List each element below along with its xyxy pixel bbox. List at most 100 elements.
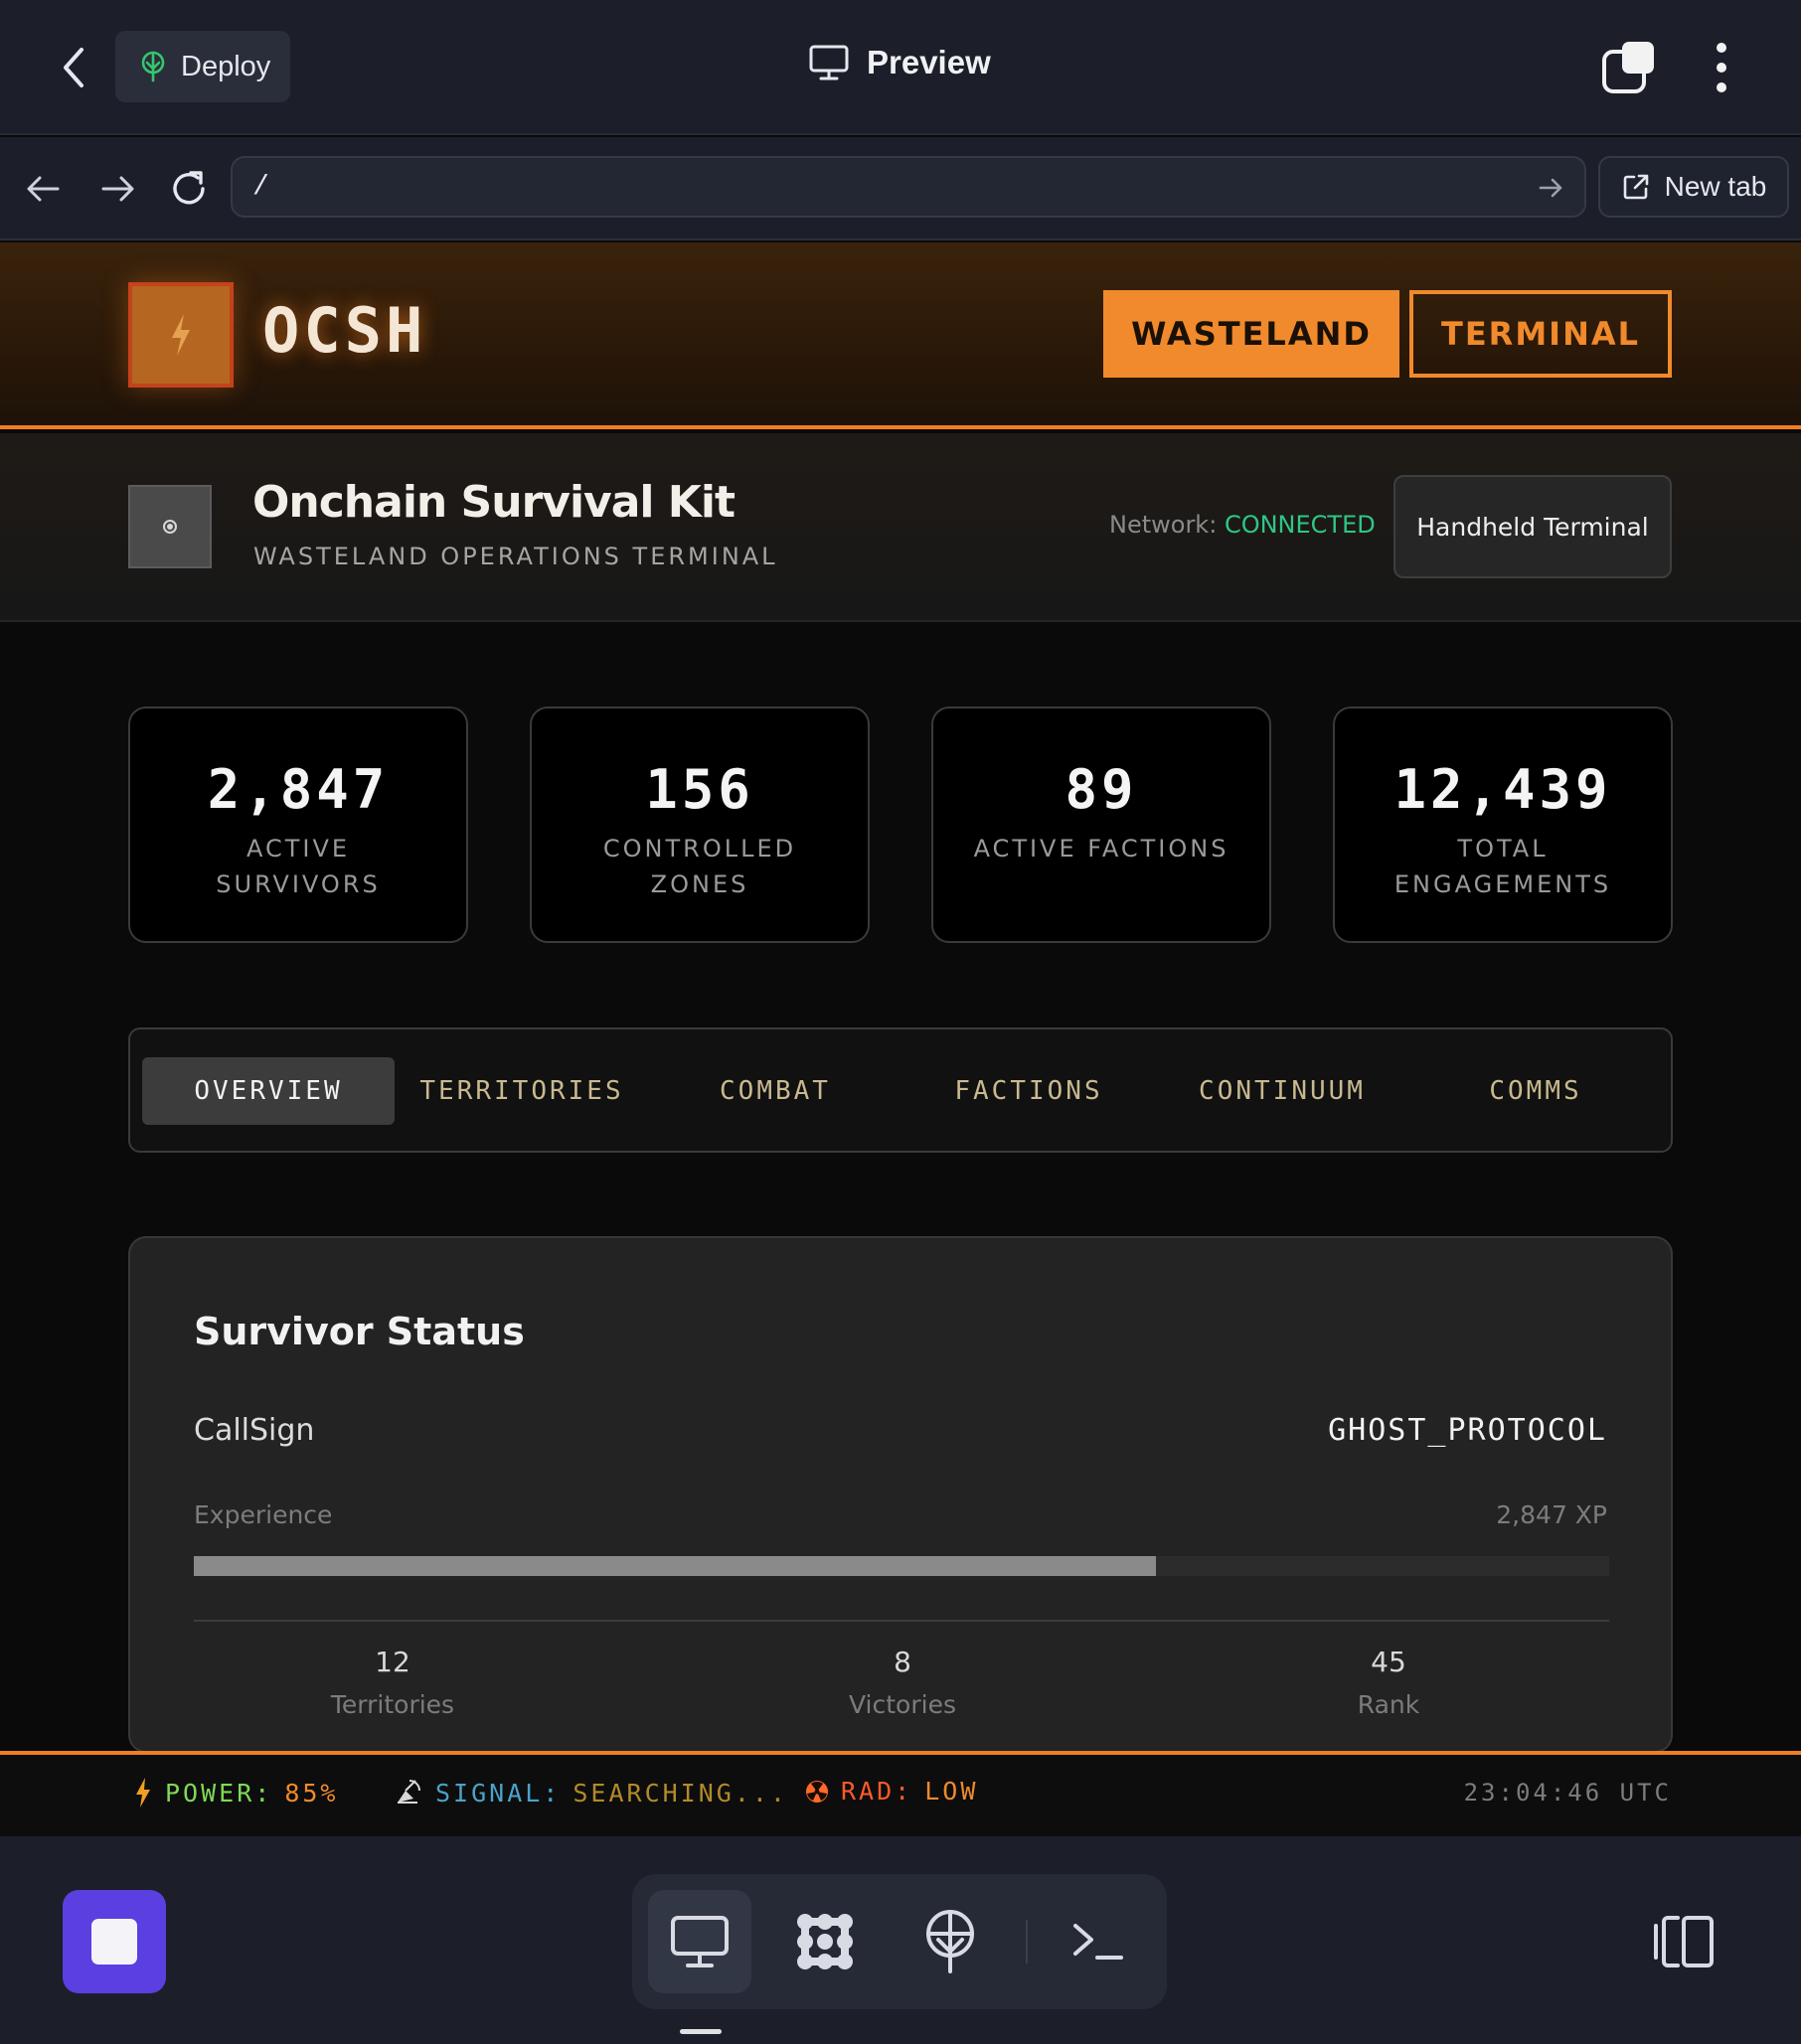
stop-icon <box>91 1919 137 1965</box>
handheld-terminal-button[interactable]: Handheld Terminal <box>1393 475 1672 578</box>
go-arrow-icon[interactable] <box>1535 172 1566 204</box>
page-title: Onchain Survival Kit <box>252 477 736 528</box>
stat-value: 156 <box>645 758 754 821</box>
metric-value: 8 <box>894 1646 911 1678</box>
arrow-right-icon <box>101 176 134 202</box>
stat-card-active-survivors: 2,847 ACTIVE SURVIVORS <box>128 707 468 943</box>
external-link-icon <box>1623 174 1648 200</box>
app-top-bar: Deploy Preview <box>0 0 1801 135</box>
new-tab-button[interactable]: New tab <box>1598 156 1789 218</box>
new-tab-label: New tab <box>1664 171 1767 202</box>
more-vertical-icon <box>1717 43 1726 92</box>
stat-label: TOTAL ENGAGEMENTS <box>1393 835 1612 898</box>
reload-button[interactable] <box>167 167 211 211</box>
stat-card-active-factions: 89 ACTIVE FACTIONS <box>931 707 1271 943</box>
radiation-icon <box>806 1780 828 1803</box>
more-options-button[interactable] <box>1706 40 1737 95</box>
deploy-button[interactable]: Deploy <box>115 31 290 102</box>
wasteland-button[interactable]: WASTELAND <box>1103 290 1399 378</box>
rad-value: LOW <box>924 1777 979 1806</box>
logo[interactable] <box>128 282 234 388</box>
experience-progress-fill <box>194 1556 1157 1576</box>
dock-extensions-button[interactable] <box>773 1890 877 1993</box>
power-status: POWER: 85% <box>133 1777 338 1808</box>
stat-value: 2,847 <box>207 758 390 821</box>
nav-back-button[interactable] <box>22 167 66 211</box>
signal-label: SIGNAL: <box>435 1778 562 1808</box>
url-bar[interactable]: / <box>231 156 1586 218</box>
power-label: POWER: <box>165 1778 273 1808</box>
brand-name[interactable]: OCSH <box>262 294 426 367</box>
puzzle-grid-icon <box>797 1914 853 1969</box>
card-title: Survivor Status <box>194 1310 525 1353</box>
section-tabs: OVERVIEW TERRITORIES COMBAT FACTIONS CON… <box>128 1027 1673 1153</box>
tabs-stack-icon <box>1602 42 1654 93</box>
stat-card-total-engagements: 12,439 TOTAL ENGAGEMENTS <box>1333 707 1673 943</box>
satellite-icon <box>398 1780 420 1804</box>
tab-overview[interactable]: OVERVIEW <box>142 1057 395 1125</box>
metric-label: Territories <box>330 1690 455 1719</box>
stat-label: ACTIVE SURVIVORS <box>216 835 381 898</box>
dock-preview-button[interactable] <box>648 1890 751 1993</box>
network-value: CONNECTED <box>1224 511 1376 539</box>
tab-factions[interactable]: FACTIONS <box>902 1057 1155 1125</box>
radiation-status: RAD: LOW <box>805 1777 978 1806</box>
deploy-label: Deploy <box>181 50 271 82</box>
network-label: Network: <box>1109 511 1218 539</box>
network-status: Network: CONNECTED <box>1109 511 1376 539</box>
monitor-icon <box>809 45 849 80</box>
tab-comms[interactable]: COMMS <box>1409 1057 1662 1125</box>
tab-combat[interactable]: COMBAT <box>649 1057 901 1125</box>
site-header: OCSH WASTELAND TERMINAL <box>0 242 1801 429</box>
experience-value: 2,847 XP <box>1496 1500 1607 1529</box>
metric-value: 45 <box>1371 1646 1406 1678</box>
stat-card-controlled-zones: 156 CONTROLLED ZONES <box>530 707 870 943</box>
metric-value: 12 <box>375 1646 410 1678</box>
stat-label: ACTIVE FACTIONS <box>973 835 1229 863</box>
arrow-left-icon <box>27 176 60 202</box>
status-dot-icon <box>128 485 212 568</box>
bottom-app-bar <box>0 1836 1801 2044</box>
dock-terminal-button[interactable] <box>1046 1890 1149 1993</box>
terminal-prompt-icon <box>1073 1924 1123 1960</box>
dock-deploy-button[interactable] <box>899 1890 1002 1993</box>
survivor-status-card: Survivor Status CallSign GHOST_PROTOCOL … <box>128 1236 1673 1753</box>
terminal-button[interactable]: TERMINAL <box>1409 290 1672 378</box>
stop-button[interactable] <box>63 1890 166 1993</box>
metric-rank: 45 Rank <box>1239 1646 1538 1719</box>
metric-label: Rank <box>1357 1690 1420 1719</box>
tab-territories[interactable]: TERRITORIES <box>396 1057 648 1125</box>
browser-bar: / New tab <box>0 137 1801 240</box>
tabs-button[interactable] <box>1600 40 1656 95</box>
rad-label: RAD: <box>841 1777 913 1806</box>
metric-victories: 8 Victories <box>753 1646 1052 1719</box>
nav-forward-button[interactable] <box>95 167 139 211</box>
callsign-value: GHOST_PROTOCOL <box>1328 1413 1607 1448</box>
clock: 23:04:46 UTC <box>1463 1779 1672 1807</box>
signal-status: SIGNAL: SEARCHING... <box>392 1777 788 1808</box>
side-panel-icon <box>1654 1916 1714 1967</box>
callsign-label: CallSign <box>194 1413 315 1448</box>
dock-separator <box>1026 1920 1028 1964</box>
deploy-tree-icon <box>926 1910 974 1973</box>
tab-continuum[interactable]: CONTINUUM <box>1156 1057 1408 1125</box>
home-indicator[interactable] <box>680 2029 722 2034</box>
toggle-panel-button[interactable] <box>1652 1912 1718 1971</box>
page-subtitle: WASTELAND OPERATIONS TERMINAL <box>253 543 778 570</box>
url-text[interactable]: / <box>252 172 269 203</box>
sub-header: Onchain Survival Kit WASTELAND OPERATION… <box>0 433 1801 622</box>
stat-value: 12,439 <box>1393 758 1612 821</box>
lightning-icon <box>172 314 190 356</box>
lightning-icon <box>136 1778 150 1808</box>
metric-territories: 12 Territories <box>244 1646 542 1719</box>
experience-label: Experience <box>194 1500 333 1529</box>
stat-value: 89 <box>1064 758 1138 821</box>
divider <box>194 1620 1609 1622</box>
reload-icon <box>173 171 205 205</box>
radio-dot-icon <box>163 520 177 534</box>
back-button[interactable] <box>52 40 95 95</box>
metric-label: Victories <box>849 1690 956 1719</box>
preview-label: Preview <box>867 44 991 80</box>
dock <box>632 1874 1167 2009</box>
deploy-tree-icon <box>141 51 165 82</box>
